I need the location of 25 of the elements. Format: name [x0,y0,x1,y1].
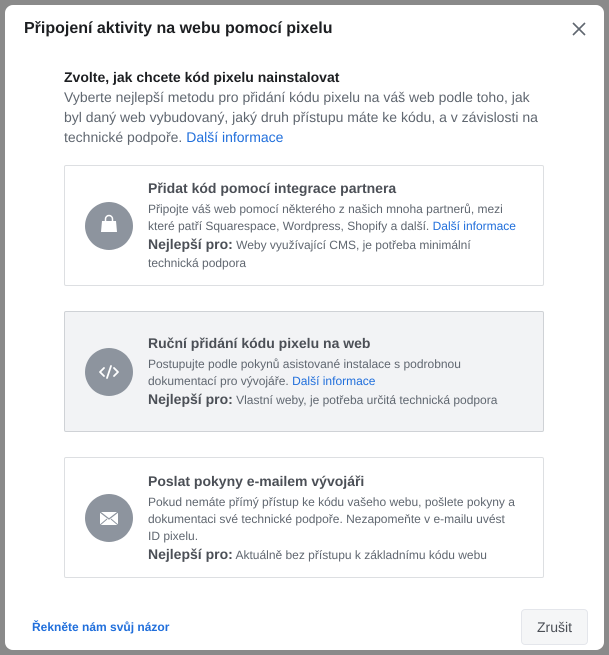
option-card[interactable] [64,457,544,578]
intro-heading: Zvolte, jak chcete kód pixelu nainstalovat [64,68,340,87]
option-description: Pokud nemáte přímý přístup ke kódu vašeho webu, pošlete pokyny a dokumentaci své technické podpoře. Nezapomeňte v e-mailu uvést ID pixelu. [148,494,516,544]
more-info-link[interactable]: Další informace [186,129,284,145]
option-title: Přidat kód pomocí integrace partnera [148,179,398,197]
option-card[interactable]: Ruční přidání kódu pixelu na web Postupujte podle pokynů asistované instalace s podrobnou dokumentací pro vývojáře. Další informace Nejlepší pro: Vlastní weby, je potřeba určitá technická podpora [64,311,544,432]
dialog-title: Připojení aktivity na webu pomocí pixelu [24,19,333,39]
best-for-text: Nejlepší pro: Vlastní weby, je potřeba určitá technická podpora [148,390,498,409]
option-description: Postupujte podle pokynů asistované instalace s podrobnou dokumentací pro vývojáře. Další informace [148,356,462,390]
intro-text: Vyberte nejlepší metodu pro přidání kódu pixelu na váš web podle toho, jak byl daný web vybudovaný, jaký druh přístupu máte ke kódu, a v závislosti na technické podpoře. Další informace [64,88,539,147]
cancel-button[interactable]: Zrušit [521,609,588,645]
envelope-icon [100,511,118,525]
best-for-text: Nejlepší pro: Aktuálně bez přístupu k základnímu kódu webu [148,544,488,564]
code-icon [99,364,119,378]
option-description: Připojte váš web pomocí některého z našich mnoha partnerů, mezi které patří Squarespace, Wordpress, Shopify a další. Další informace [148,201,517,235]
icon-circle [85,202,133,250]
more-info-link[interactable]: Další informace [432,219,516,233]
option-title: Ruční přidání kódu pixelu na web [148,334,372,352]
more-info-link[interactable]: Další informace [292,374,376,388]
option-title: Poslat pokyny e-mailem vývojáři [148,472,366,490]
option-card[interactable] [64,165,544,286]
best-for-text: Nejlepší pro: Weby využívající CMS, je potřeba minimální technická podpora [148,235,472,272]
shopping-bag-icon [101,214,117,232]
icon-circle [85,348,133,396]
feedback-link[interactable]: Řekněte nám svůj názor [32,618,170,636]
